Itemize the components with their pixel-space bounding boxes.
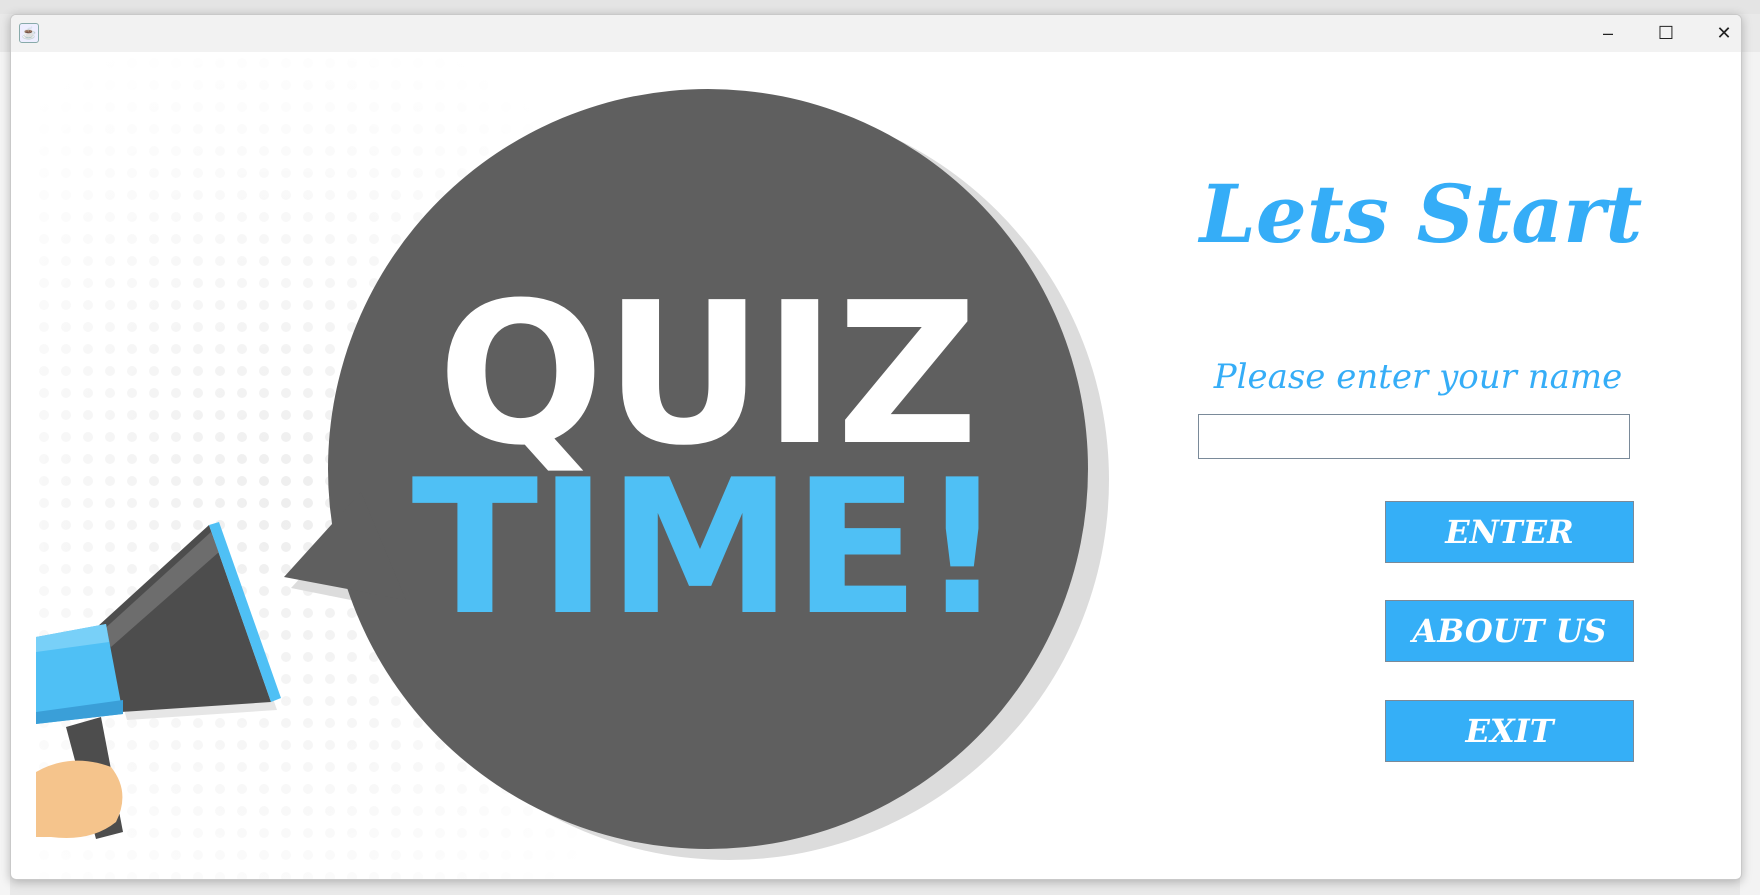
about-us-button[interactable]: ABOUT US <box>1385 600 1634 662</box>
time-text: TIME! <box>411 439 1004 656</box>
background-ide-right <box>1740 52 1760 895</box>
background-toolbar <box>0 0 1760 14</box>
title-bar[interactable]: ☕ – ☐ ✕ <box>11 15 1741 52</box>
quiz-window: ☕ – ☐ ✕ QUIZ TIME! Lets Start Please ent… <box>10 14 1742 880</box>
page-title: Lets Start <box>1199 167 1643 261</box>
exit-button[interactable]: EXIT <box>1385 700 1634 762</box>
quiz-time-illustration: QUIZ TIME! <box>31 52 1109 879</box>
background-ide-left <box>0 52 10 895</box>
name-prompt-label: Please enter your name <box>1213 357 1623 397</box>
content-area: QUIZ TIME! Lets Start Please enter your … <box>11 52 1741 879</box>
java-cup-icon: ☕ <box>19 23 39 43</box>
maximize-button[interactable]: ☐ <box>1637 15 1695 52</box>
enter-button[interactable]: ENTER <box>1385 501 1634 563</box>
name-input[interactable] <box>1198 414 1630 459</box>
close-button[interactable]: ✕ <box>1695 15 1741 52</box>
minimize-button[interactable]: – <box>1579 15 1637 52</box>
